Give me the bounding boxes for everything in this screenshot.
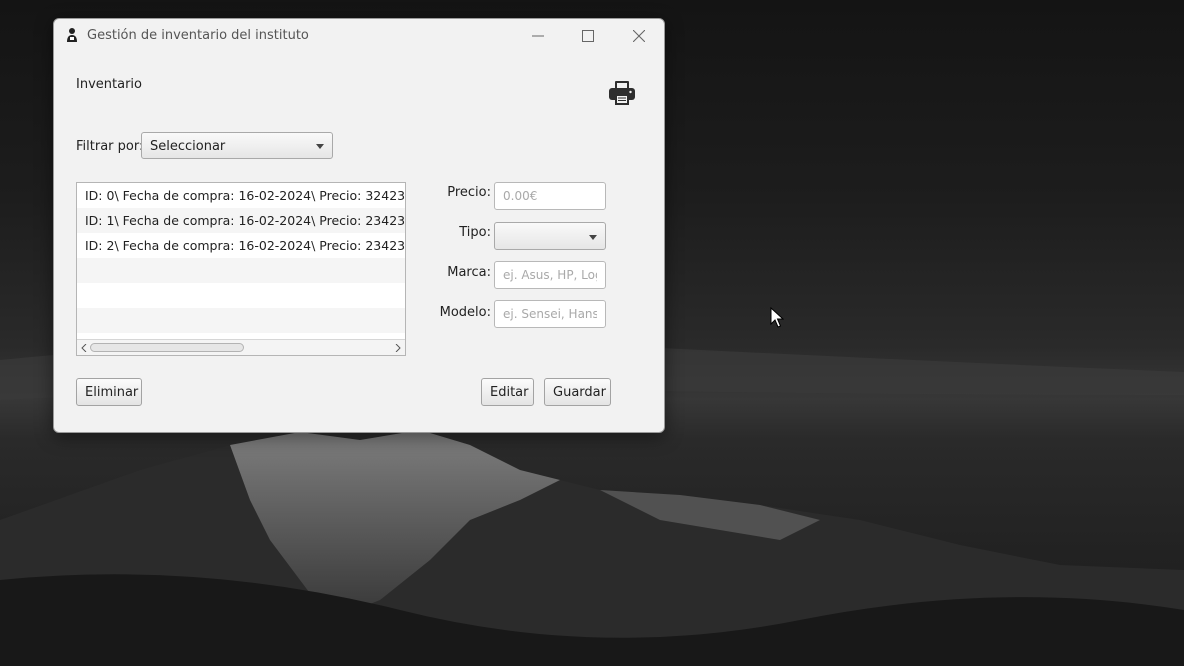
- tipo-select[interactable]: [494, 222, 606, 250]
- scroll-right-icon[interactable]: [391, 340, 405, 355]
- window-title: Gestión de inventario del instituto: [87, 28, 309, 43]
- precio-input[interactable]: [494, 182, 606, 210]
- precio-label: Precio:: [447, 185, 491, 200]
- app-window: Gestión de inventario del instituto Inve…: [53, 18, 665, 433]
- section-title: Inventario: [76, 77, 142, 92]
- list-item[interactable]: ID: 1\ Fecha de compra: 16-02-2024\ Prec…: [77, 208, 405, 233]
- list-item[interactable]: ID: 2\ Fecha de compra: 16-02-2024\ Prec…: [77, 233, 405, 258]
- scroll-left-icon[interactable]: [77, 340, 91, 355]
- marca-input[interactable]: [494, 261, 606, 289]
- maximize-button[interactable]: [564, 19, 612, 52]
- scrollbar-thumb[interactable]: [90, 343, 244, 352]
- filter-label: Filtrar por:: [76, 139, 144, 154]
- modelo-input[interactable]: [494, 300, 606, 328]
- marca-label: Marca:: [447, 265, 491, 280]
- empty-list-row: [77, 258, 405, 283]
- save-button[interactable]: Guardar: [544, 378, 611, 406]
- person-icon: [64, 27, 80, 43]
- filter-select[interactable]: Seleccionar: [141, 132, 333, 159]
- printer-icon: [609, 81, 635, 105]
- mouse-cursor-icon: [770, 306, 785, 333]
- filter-select-value: Seleccionar: [150, 139, 226, 154]
- close-button[interactable]: [615, 19, 663, 52]
- print-button[interactable]: [605, 77, 639, 109]
- chevron-down-icon: [316, 144, 324, 149]
- title-bar[interactable]: Gestión de inventario del instituto: [54, 19, 664, 52]
- empty-list-row: [77, 283, 405, 308]
- edit-button[interactable]: Editar: [481, 378, 534, 406]
- close-icon: [633, 29, 645, 42]
- modelo-label: Modelo:: [439, 305, 491, 320]
- maximize-icon: [582, 29, 594, 42]
- horizontal-scrollbar[interactable]: [77, 339, 405, 355]
- list-item[interactable]: ID: 0\ Fecha de compra: 16-02-2024\ Prec…: [77, 183, 405, 208]
- empty-list-row: [77, 308, 405, 333]
- chevron-down-icon: [589, 235, 597, 240]
- delete-button[interactable]: Eliminar: [76, 378, 142, 406]
- inventory-list[interactable]: ID: 0\ Fecha de compra: 16-02-2024\ Prec…: [76, 182, 406, 356]
- tipo-label: Tipo:: [459, 225, 491, 240]
- minimize-icon: [532, 35, 544, 36]
- minimize-button[interactable]: [514, 19, 562, 52]
